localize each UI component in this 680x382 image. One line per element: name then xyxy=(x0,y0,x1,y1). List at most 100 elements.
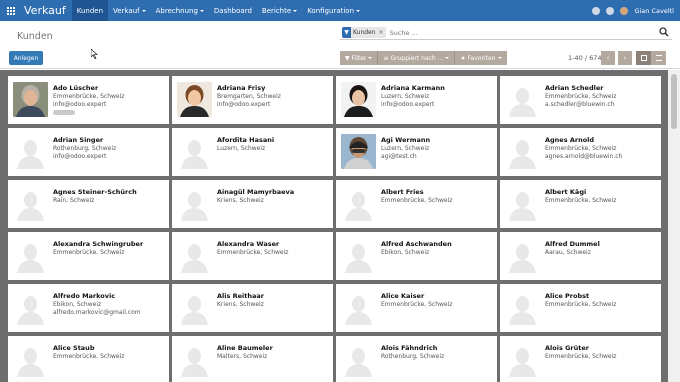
card-info: Aline Baumeler Malters, Schweiz xyxy=(217,344,329,361)
menu-item-verkauf[interactable]: Verkauf xyxy=(108,0,151,21)
pager-previous-button[interactable]: ‹ xyxy=(601,51,615,65)
contact-name: Afordita Hasani xyxy=(217,136,275,144)
search-facet[interactable]: ▼ Kunden × xyxy=(342,27,386,38)
chevron-down-icon xyxy=(141,9,146,12)
group-by-button[interactable]: ≡ Gruppiert nach ... xyxy=(378,51,456,65)
favorites-button-label: Favoriten xyxy=(467,54,496,62)
user-name[interactable]: Gian Caveltl xyxy=(634,7,674,15)
menu-item-konfiguration[interactable]: Konfiguration xyxy=(302,0,365,21)
kanban-card[interactable]: Alis Reithaar Kriens, Schweiz xyxy=(172,284,333,332)
card-info: Afordita Hasani Luzern, Schweiz xyxy=(217,136,329,153)
scrollbar[interactable] xyxy=(668,70,680,382)
contact-name: Alice Probst xyxy=(545,292,590,300)
contact-name: Aline Baumeler xyxy=(217,344,273,352)
chevron-down-icon xyxy=(445,57,450,59)
filter-button[interactable]: ▼ Filter xyxy=(340,51,379,65)
kanban-card[interactable]: Adrian Schedler Emmenbrücke, Schweiz a.sch… xyxy=(500,76,661,124)
kanban-card[interactable]: Alfred Dummel Aarau, Schweiz xyxy=(500,232,661,280)
contact-location: Luzern, Schweiz xyxy=(381,93,430,100)
contact-location: Ebikon, Schweiz xyxy=(53,301,102,308)
menu-item-label: Konfiguration xyxy=(307,6,355,15)
kanban-card[interactable]: Alice Kaiser Emmenbrücke, Schweiz xyxy=(336,284,497,332)
kanban-card[interactable]: Aline Baumeler Malters, Schweiz xyxy=(172,336,333,382)
card-info: Ado Lüscher Emmenbrücke, Schweiz info@odoo… xyxy=(53,84,165,117)
funnel-icon: ▼ xyxy=(345,54,350,62)
contact-email: alfredo.markovic@gmail.com xyxy=(53,309,141,316)
help-icon[interactable] xyxy=(592,6,601,15)
pager-value[interactable]: 1-40 / 674 xyxy=(568,54,601,62)
menu-item-dashboard[interactable]: Dashboard xyxy=(209,0,257,21)
user-avatar[interactable] xyxy=(620,6,629,15)
kanban-card[interactable]: Alois Fähndrich Rothenburg, Schweiz xyxy=(336,336,497,382)
contact-placeholder-avatar xyxy=(13,134,48,169)
menu-item-berichte[interactable]: Berichte xyxy=(257,0,302,21)
kanban-card[interactable]: Alfred Aschwanden Ebikon, Schweiz xyxy=(336,232,497,280)
main-menu: Kunden Verkauf Abrechnung Dashboard Berichte… xyxy=(71,0,365,21)
remove-facet-icon[interactable]: × xyxy=(379,29,384,36)
breadcrumb-title: Kunden xyxy=(17,31,53,42)
kanban-card[interactable]: Adriana Karmann Luzern, Schweiz info@odoo.… xyxy=(336,76,497,124)
kanban-view-button[interactable] xyxy=(636,51,651,65)
kanban-card[interactable]: Ainagül Mamyrbaeva Kriens, Schweiz xyxy=(172,180,333,228)
card-info: Ainagül Mamyrbaeva Kriens, Schweiz xyxy=(217,188,329,205)
apps-menu-icon[interactable] xyxy=(0,0,22,21)
scrollbar-thumb[interactable] xyxy=(671,74,677,129)
category-tag xyxy=(53,110,75,115)
kanban-card[interactable]: Ado Lüscher Emmenbrücke, Schweiz info@odoo… xyxy=(8,76,169,124)
contact-name: Adrian Schedler xyxy=(545,84,604,92)
contact-name: Alois Grüter xyxy=(545,344,589,352)
contact-name: Agi Wermann xyxy=(381,136,431,144)
favorites-button[interactable]: ★ Favoriten xyxy=(455,51,507,65)
menu-item-label: Dashboard xyxy=(213,6,252,15)
contact-location: Rothenburg, Schweiz xyxy=(53,145,117,152)
card-info: Alois Fähndrich Rothenburg, Schweiz xyxy=(381,344,493,361)
menu-item-label: Verkauf xyxy=(113,6,140,15)
kanban-card[interactable]: Adriana Frisy Bremgarten, Schweiz info@odo… xyxy=(172,76,333,124)
card-info: Alexandra Schwingruber Emmenbrücke, Schwe… xyxy=(53,240,165,257)
pager-next-button[interactable]: › xyxy=(618,51,632,65)
contact-email: agi@test.ch xyxy=(381,153,417,160)
contact-photo xyxy=(13,82,48,117)
menu-item-abrechnung[interactable]: Abrechnung xyxy=(151,0,209,21)
kanban-card[interactable]: Agnes Arnold Emmenbrücke, Schweiz agnes.ar… xyxy=(500,128,661,176)
star-icon: ★ xyxy=(460,54,466,62)
card-info: Alfredo Markovic Ebikon, Schweiz alfredo.m… xyxy=(53,292,165,317)
search-icon[interactable] xyxy=(659,27,669,37)
contact-name: Alfred Dummel xyxy=(545,240,600,248)
contact-location: Luzern, Schweiz xyxy=(217,145,266,152)
app-brand[interactable]: Verkauf xyxy=(22,4,72,17)
search-bar: ▼ Kunden × xyxy=(340,26,672,40)
group-by-button-label: Gruppiert nach ... xyxy=(390,54,444,62)
kanban-card[interactable]: Alice Staub Emmenbrücke, Schweiz xyxy=(8,336,169,382)
card-info: Agi Wermann Luzern, Schweiz agi@test.ch xyxy=(381,136,493,161)
contact-location: Aarau, Schweiz xyxy=(545,249,591,256)
kanban-card[interactable]: Alois Grüter Emmenbrücke, Schweiz xyxy=(500,336,661,382)
chevron-down-icon xyxy=(199,9,204,12)
kanban-card[interactable]: Alfredo Markovic Ebikon, Schweiz alfredo.m… xyxy=(8,284,169,332)
kanban-card[interactable]: Agi Wermann Luzern, Schweiz agi@test.ch xyxy=(336,128,497,176)
search-options: ▼ Filter ≡ Gruppiert nach ... ★ Favorite… xyxy=(340,51,507,65)
kanban-card[interactable]: Albert Fries Emmenbrücke, Schweiz xyxy=(336,180,497,228)
card-info: Alice Probst Emmenbrücke, Schweiz xyxy=(545,292,657,309)
contact-name: Albert Kägi xyxy=(545,188,587,196)
search-input[interactable] xyxy=(389,28,640,37)
control-panel: Kunden ▼ Kunden × Anlegen ▼ Filter ≡ Gru… xyxy=(0,21,680,69)
menu-item-kunden[interactable]: Kunden xyxy=(71,0,109,21)
contact-placeholder-avatar xyxy=(13,186,48,221)
kanban-card[interactable]: Alice Probst Emmenbrücke, Schweiz xyxy=(500,284,661,332)
create-button[interactable]: Anlegen xyxy=(9,51,43,65)
kanban-card[interactable]: Afordita Hasani Luzern, Schweiz xyxy=(172,128,333,176)
kanban-card[interactable]: Alexandra Schwingruber Emmenbrücke, Schwe… xyxy=(8,232,169,280)
kanban-card[interactable]: Alexandra Waser Emmenbrücke, Schweiz xyxy=(172,232,333,280)
card-info: Alfred Aschwanden Ebikon, Schweiz xyxy=(381,240,493,257)
list-view-button[interactable] xyxy=(651,51,666,65)
contact-name: Agnes Steiner-Schürch xyxy=(53,188,137,196)
chat-icon[interactable] xyxy=(606,6,615,15)
kanban-card[interactable]: Agnes Steiner-Schürch Rain, Schweiz xyxy=(8,180,169,228)
kanban-card[interactable]: Adrian Singer Rothenburg, Schweiz info@odo… xyxy=(8,128,169,176)
contact-photo xyxy=(177,82,212,117)
kanban-card[interactable]: Albert Kägi Emmenbrücke, Schweiz xyxy=(500,180,661,228)
contact-name: Ainagül Mamyrbaeva xyxy=(217,188,295,196)
contact-location: Emmenbrücke, Schweiz xyxy=(381,197,453,204)
card-info: Agnes Arnold Emmenbrücke, Schweiz agnes.ar… xyxy=(545,136,657,161)
